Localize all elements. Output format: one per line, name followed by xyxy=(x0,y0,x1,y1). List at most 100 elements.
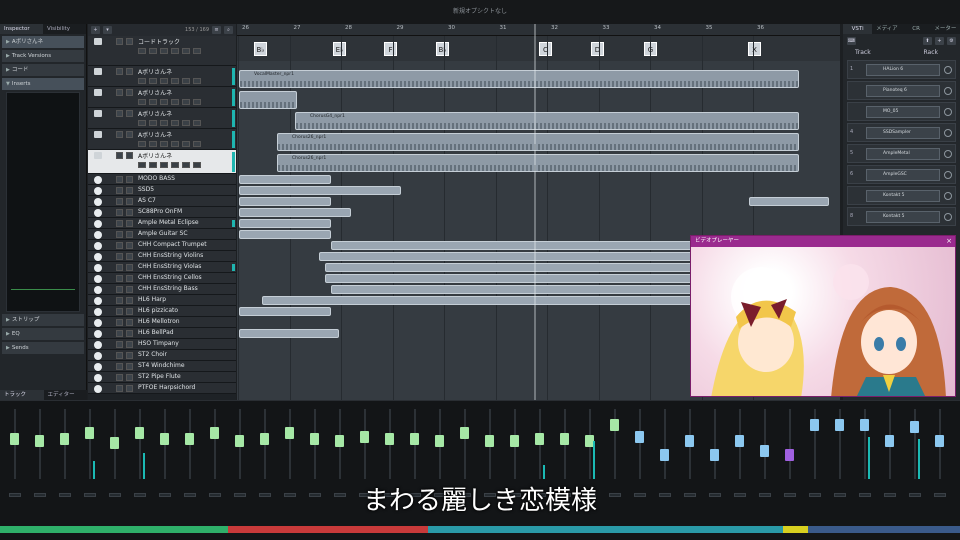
chord-event[interactable]: X xyxy=(748,42,761,56)
track-name[interactable]: Aボリさんネ xyxy=(138,151,172,160)
vst-instrument-slot[interactable]: 5 AmpleMetal xyxy=(847,144,956,163)
chord-event[interactable]: C xyxy=(539,42,552,56)
channel-fader[interactable] xyxy=(785,449,794,461)
chord-event[interactable]: B♭ xyxy=(436,42,449,56)
power-icon[interactable] xyxy=(944,87,952,95)
mute-button[interactable] xyxy=(116,110,123,117)
tab-editor[interactable]: エディター xyxy=(44,390,88,400)
track-control-button[interactable] xyxy=(193,48,201,54)
vst-instrument-slot[interactable]: MO_05 xyxy=(847,102,956,121)
close-icon[interactable]: × xyxy=(946,236,952,247)
track-control-button[interactable] xyxy=(171,99,179,105)
track-name[interactable]: HL6 Mellotron xyxy=(138,318,180,325)
solo-button[interactable] xyxy=(126,220,133,227)
track-control-button[interactable] xyxy=(160,99,168,105)
midi-part[interactable] xyxy=(239,175,331,184)
solo-button[interactable] xyxy=(126,209,133,216)
track-name[interactable]: Aボリさんネ xyxy=(138,109,172,118)
video-player-window[interactable]: ビデオプレーヤー × xyxy=(690,235,956,397)
track-name[interactable]: HSO Timpany xyxy=(138,340,179,347)
inspector-track-name[interactable]: ▶ Aボリさんネ xyxy=(2,36,84,48)
timeline-ruler[interactable]: 26 27 28 29 30 31 32 33 34 35 36 xyxy=(237,24,840,36)
track-name[interactable]: HL6 pizzicato xyxy=(138,307,178,314)
track-row[interactable]: ST2 Choir xyxy=(88,350,236,361)
track-name[interactable]: HL6 BellPad xyxy=(138,329,174,336)
track-row[interactable]: CHH Compact Trumpet xyxy=(88,240,236,251)
export-icon[interactable]: ⬆ xyxy=(923,37,932,45)
track-control-button[interactable] xyxy=(138,99,146,105)
track-row[interactable]: Aボリさんネ xyxy=(88,108,236,129)
track-row[interactable]: CHH EnsString Violins xyxy=(88,251,236,262)
track-name[interactable]: HL6 Harp xyxy=(138,296,166,303)
midi-part[interactable] xyxy=(239,197,331,206)
mute-button[interactable] xyxy=(116,264,123,271)
inserts-area[interactable] xyxy=(6,92,80,312)
track-row[interactable]: HL6 BellPad xyxy=(88,328,236,339)
channel-fader[interactable] xyxy=(610,419,619,431)
track-control-button[interactable] xyxy=(138,120,146,126)
settings-icon[interactable]: ⚙ xyxy=(947,37,956,45)
tab-track[interactable]: トラック xyxy=(0,390,44,400)
power-icon[interactable] xyxy=(944,171,952,179)
solo-button[interactable] xyxy=(126,319,133,326)
track-name[interactable]: AS C7 xyxy=(138,197,156,204)
track-control-button[interactable] xyxy=(149,48,157,54)
track-row[interactable]: Ample Metal Eclipse xyxy=(88,218,236,229)
solo-button[interactable] xyxy=(126,89,133,96)
tab-cr[interactable]: CR xyxy=(902,24,931,34)
solo-button[interactable] xyxy=(126,68,133,75)
channel-fader[interactable] xyxy=(660,449,669,461)
channel-fader[interactable] xyxy=(210,427,219,439)
channel-fader[interactable] xyxy=(385,433,394,445)
solo-button[interactable] xyxy=(126,363,133,370)
track-name[interactable]: コードトラック xyxy=(138,37,180,46)
midi-part[interactable] xyxy=(239,186,401,195)
channel-fader[interactable] xyxy=(885,435,894,447)
tab-meter[interactable]: メーター xyxy=(931,24,960,34)
video-player-title-bar[interactable]: ビデオプレーヤー × xyxy=(691,236,955,247)
channel-fader[interactable] xyxy=(860,419,869,431)
mute-button[interactable] xyxy=(116,68,123,75)
mute-button[interactable] xyxy=(116,198,123,205)
instrument-name[interactable]: AmpleMetal xyxy=(866,148,940,160)
track-row[interactable]: PTFOE Harpsichord xyxy=(88,383,236,394)
track-control-button[interactable] xyxy=(149,120,157,126)
audio-event[interactable] xyxy=(239,91,297,109)
channel-fader[interactable] xyxy=(235,435,244,447)
solo-button[interactable] xyxy=(126,341,133,348)
channel-fader[interactable] xyxy=(760,445,769,457)
track-name[interactable]: Ample Guitar SC xyxy=(138,230,188,237)
track-control-button[interactable] xyxy=(193,120,201,126)
track-row[interactable]: CHH EnsString Cellos xyxy=(88,273,236,284)
channel-fader[interactable] xyxy=(110,437,119,449)
mute-button[interactable] xyxy=(116,89,123,96)
track-row[interactable]: Ample Guitar SC xyxy=(88,229,236,240)
mute-button[interactable] xyxy=(116,275,123,282)
track-row[interactable]: Aボリさんネ xyxy=(88,87,236,108)
solo-button[interactable] xyxy=(126,176,133,183)
vst-instrument-slot[interactable]: 1 HALion 6 xyxy=(847,60,956,79)
solo-button[interactable] xyxy=(126,187,133,194)
instrument-name[interactable]: MO_05 xyxy=(866,106,940,118)
track-control-button[interactable] xyxy=(182,120,190,126)
instrument-name[interactable]: HALion 6 xyxy=(866,64,940,76)
track-name[interactable]: SSD5 xyxy=(138,186,154,193)
project-cursor[interactable] xyxy=(534,24,536,400)
chord-event[interactable]: B♭ xyxy=(254,42,267,56)
mute-button[interactable] xyxy=(116,352,123,359)
solo-button[interactable] xyxy=(126,330,133,337)
track-row[interactable]: Aボリさんネ xyxy=(88,66,236,87)
track-name[interactable]: ST2 Pipe Flute xyxy=(138,373,181,380)
mute-button[interactable] xyxy=(116,242,123,249)
track-name[interactable]: CHH EnsString Cellos xyxy=(138,274,202,281)
track-row[interactable]: CHH EnsString Violas xyxy=(88,262,236,273)
tab-inspector[interactable]: Inspector xyxy=(0,24,43,34)
track-row[interactable]: MODO BASS xyxy=(88,174,236,185)
track-control-button[interactable] xyxy=(171,120,179,126)
power-icon[interactable] xyxy=(944,66,952,74)
midi-part[interactable] xyxy=(239,219,331,228)
mute-button[interactable] xyxy=(116,363,123,370)
channel-fader[interactable] xyxy=(160,433,169,445)
mute-button[interactable] xyxy=(116,187,123,194)
solo-button[interactable] xyxy=(126,253,133,260)
